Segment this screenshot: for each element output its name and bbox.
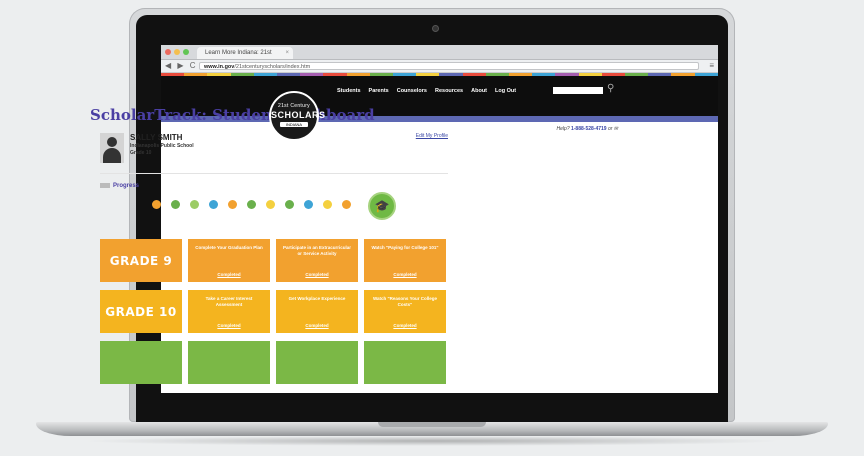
main-nav: Students Parents Counselors Resources About L… (337, 88, 516, 94)
task-card[interactable]: Take a Career Interest Assessment Complet… (188, 290, 270, 333)
avatar (100, 133, 124, 163)
logo-line3: INDIANA (280, 122, 308, 127)
search-icon[interactable]: ⚲ (607, 83, 614, 94)
grade-label: GRADE 9 (100, 239, 182, 282)
task-status-link[interactable]: Completed (276, 272, 358, 277)
progress-tracker: 🎓 (152, 192, 402, 220)
progress-dot (285, 200, 294, 209)
help-text: Help? 1-888-528-4719 or ✉ (557, 126, 618, 132)
progress-dot (152, 200, 161, 209)
browser-menu-icon[interactable]: ≡ (709, 61, 714, 71)
nav-item-counselors[interactable]: Counselors (397, 88, 427, 94)
edit-profile-link[interactable]: Edit My Profile (416, 133, 448, 139)
page-title: ScholarTrack: Student Dashboard (90, 106, 375, 124)
browser-tab[interactable]: Learn More Indiana: 21st × (197, 47, 293, 59)
task-status-link[interactable]: Completed (364, 323, 446, 328)
progress-dot (171, 200, 180, 209)
progress-dot (228, 200, 237, 209)
zoom-window-button[interactable] (183, 49, 189, 55)
help-suffix[interactable]: or ✉ (607, 126, 618, 132)
nav-item-parents[interactable]: Parents (369, 88, 389, 94)
nav-item-resources[interactable]: Resources (435, 88, 463, 94)
task-card[interactable]: Get Workplace Experience Completed (276, 290, 358, 333)
task-card[interactable] (364, 341, 446, 384)
laptop-notch (378, 422, 486, 427)
nav-item-about[interactable]: About (471, 88, 487, 94)
student-card: SALLY SMITH Indianapolis Public School G… (100, 133, 448, 174)
task-title: Participate in an Extracurricular or Ser… (282, 245, 352, 256)
grade-row: GRADE 9 Complete Your Graduation Plan Comp… (100, 239, 448, 282)
task-card[interactable] (276, 341, 358, 384)
search-input[interactable] (553, 87, 603, 94)
task-card[interactable]: Watch "Reasons Your College Costs" Comple… (364, 290, 446, 333)
address-bar-row: ◀ ▶ C www.in.gov/21stcenturyscholars/ind… (161, 60, 718, 73)
progress-dot (323, 200, 332, 209)
grade-row: GRADE 10 Take a Career Interest Assessmen… (100, 290, 448, 333)
tab-title: Learn More Indiana: 21st (205, 50, 272, 56)
task-title: Watch "Reasons Your College Costs" (372, 296, 438, 307)
task-title: Take a Career Interest Assessment (205, 296, 253, 307)
task-card[interactable]: Participate in an Extracurricular or Ser… (276, 239, 358, 282)
progress-heading: Progress (100, 183, 139, 189)
grade-row (100, 341, 448, 384)
logo-line2: SCHOLARS (271, 110, 326, 120)
logo-line1: 21st Century (278, 103, 310, 109)
task-card[interactable] (188, 341, 270, 384)
help-prefix: Help? (556, 126, 571, 132)
camera-icon (433, 26, 438, 31)
student-name: SALLY SMITH (130, 133, 183, 142)
progress-dot (190, 200, 199, 209)
progress-icon (100, 183, 110, 188)
laptop-shadow (80, 436, 784, 446)
grade-label (100, 341, 182, 384)
progress-dot (342, 200, 351, 209)
nav-item-students[interactable]: Students (337, 88, 361, 94)
task-card[interactable]: Complete Your Graduation Plan Completed (188, 239, 270, 282)
task-status-link[interactable]: Completed (188, 323, 270, 328)
progress-dot (304, 200, 313, 209)
task-status-link[interactable]: Completed (364, 272, 446, 277)
task-card[interactable]: Watch "Paying for College 101" Completed (364, 239, 446, 282)
close-window-button[interactable] (165, 49, 171, 55)
task-title: Watch "Paying for College 101" (371, 245, 439, 250)
student-grade: Grade 10 (130, 150, 152, 156)
tab-close-icon[interactable]: × (285, 47, 289, 59)
progress-dot (266, 200, 275, 209)
grade-label: GRADE 10 (100, 290, 182, 333)
scholars-logo[interactable]: 21st Century SCHOLARS INDIANA (269, 91, 326, 141)
url-path: /21stcenturyscholars/index.htm (234, 64, 311, 70)
grade-task-grid: GRADE 9 Complete Your Graduation Plan Comp… (100, 239, 448, 393)
nav-item-log-out[interactable]: Log Out (495, 88, 516, 94)
nav-buttons[interactable]: ◀ ▶ C (165, 60, 198, 72)
browser-tabbar: Learn More Indiana: 21st × (161, 45, 718, 60)
task-status-link[interactable]: Completed (188, 272, 270, 277)
window-controls (165, 49, 189, 55)
progress-dot (247, 200, 256, 209)
progress-label: Progress (113, 183, 140, 190)
task-title: Complete Your Graduation Plan (195, 245, 263, 250)
help-phone-link[interactable]: 1-888-528-4719 (571, 126, 607, 132)
url-host: www.in.gov (204, 64, 235, 70)
minimize-window-button[interactable] (174, 49, 180, 55)
task-status-link[interactable]: Completed (276, 323, 358, 328)
graduation-cap-icon: 🎓 (368, 192, 396, 220)
progress-dot (209, 200, 218, 209)
task-title: Get Workplace Experience (288, 296, 346, 301)
url-field[interactable]: www.in.gov/21stcenturyscholars/index.htm (199, 62, 699, 70)
student-school: Indianapolis Public School (130, 143, 194, 149)
